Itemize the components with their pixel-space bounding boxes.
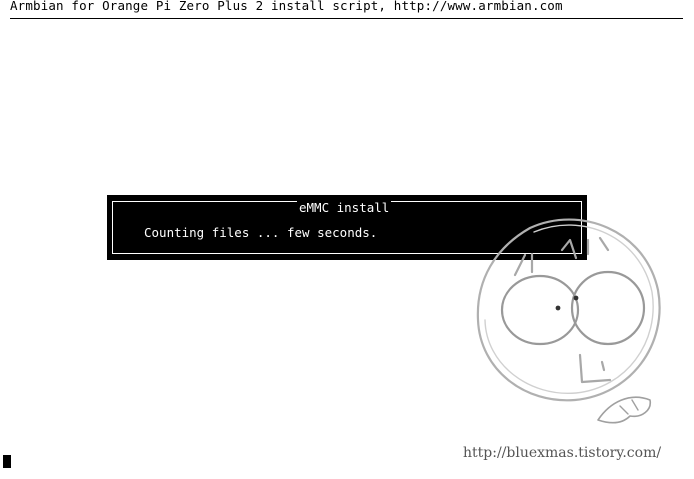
watermark-url: http://bluexmas.tistory.com/: [463, 445, 662, 461]
terminal-title: Armbian for Orange Pi Zero Plus 2 instal…: [10, 0, 563, 13]
terminal-cursor: [3, 455, 11, 468]
dialog-message: Counting files ... few seconds.: [144, 225, 378, 240]
title-divider: [10, 18, 683, 19]
dialog-title: eMMC install: [297, 200, 392, 215]
watermark-drawing: [470, 210, 670, 430]
